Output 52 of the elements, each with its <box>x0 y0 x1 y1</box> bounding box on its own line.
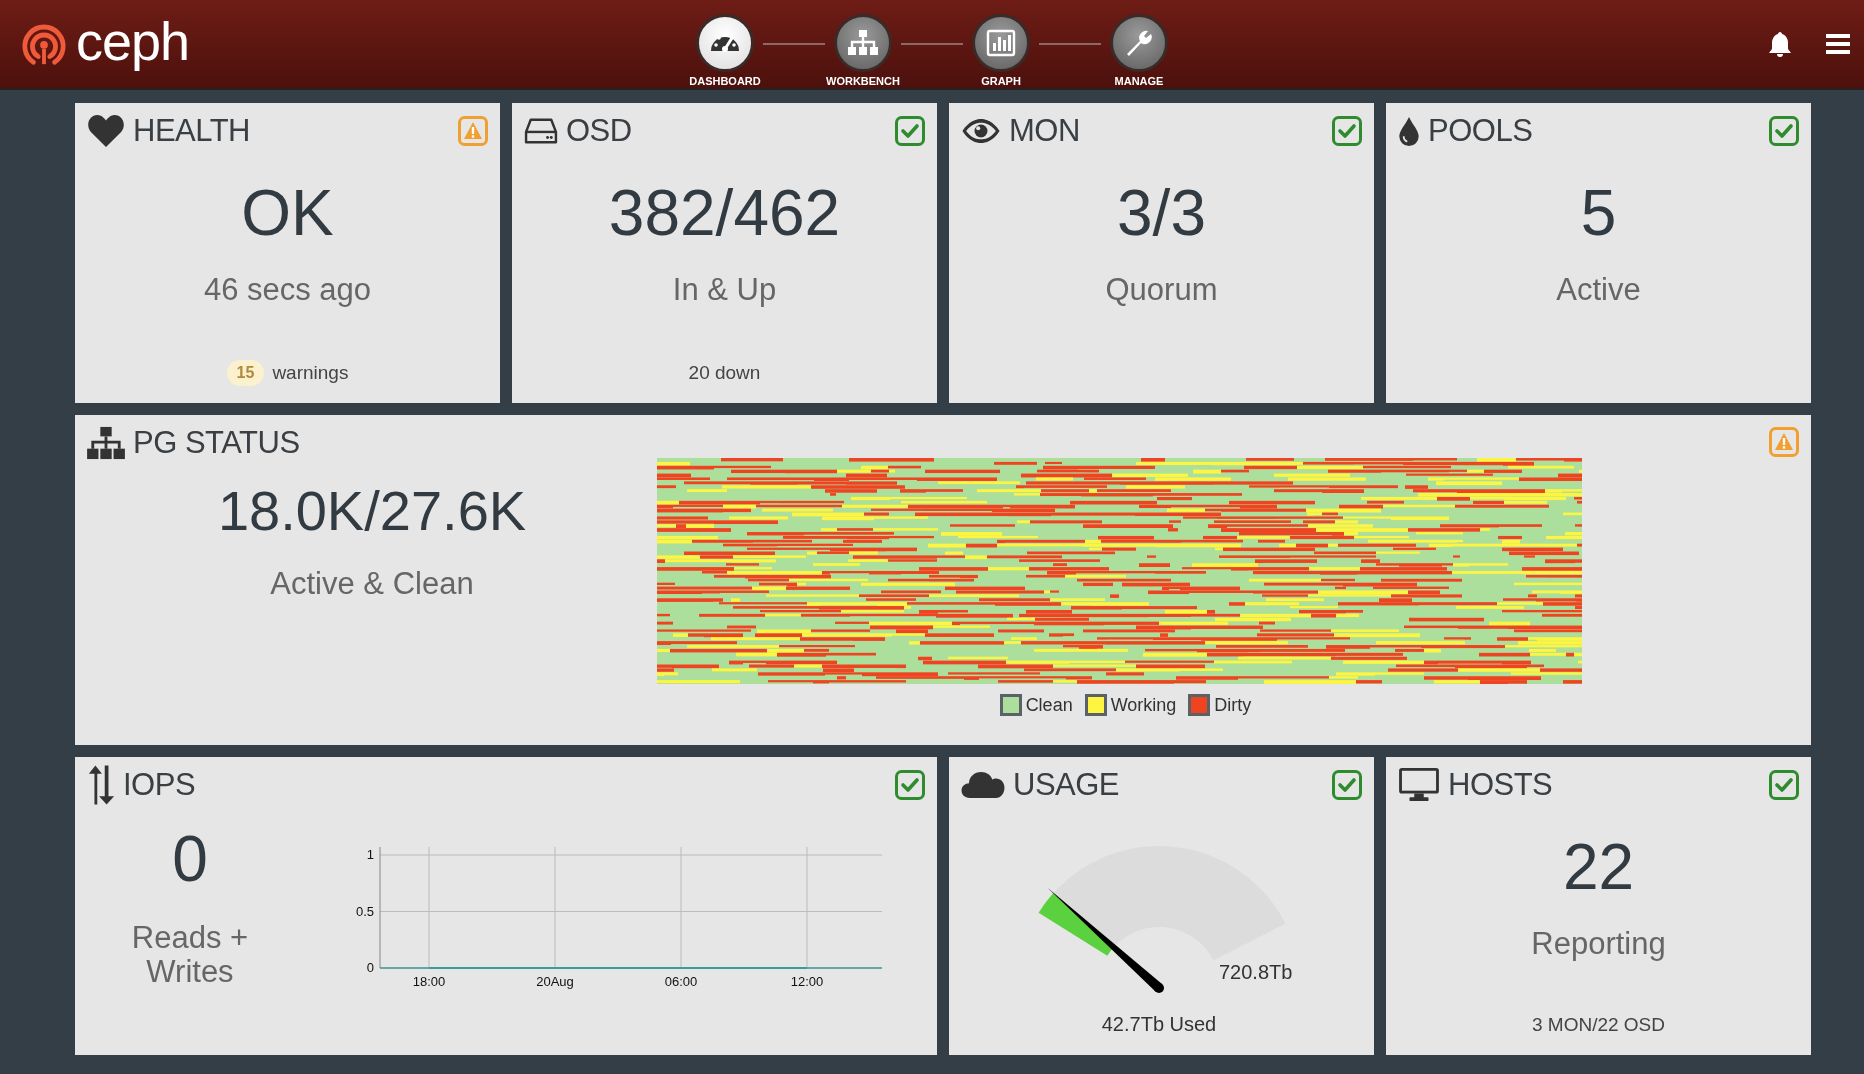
up-down-arrows-icon <box>87 764 115 806</box>
stat-value: 382/462 <box>607 181 842 245</box>
logo-text: ceph <box>76 14 190 73</box>
stat-value: 0 <box>171 827 209 891</box>
stat-value: 22 <box>1561 835 1636 899</box>
stat-label: In & Up <box>671 273 778 308</box>
stat-value: 18.0K/27.6K <box>216 483 528 539</box>
axis-tick-label: 0.5 <box>355 903 374 919</box>
stat-label: 46 secs ago <box>202 273 373 308</box>
footer-text: 3 MON/22 OSD <box>1531 1014 1665 1036</box>
stat-label: Reporting <box>1530 927 1667 962</box>
axis-tick-label: 06:00 <box>664 974 698 989</box>
axis-tick-label: 12:00 <box>790 974 824 989</box>
monitor-icon <box>1398 767 1440 803</box>
legend-label: Clean <box>1025 694 1073 716</box>
used-label: 42.7Tb Used <box>1101 1013 1217 1035</box>
drop-icon <box>1398 116 1420 146</box>
bell-icon[interactable] <box>1768 31 1792 57</box>
bar-chart-icon <box>986 28 1016 57</box>
stat-label: Quorum <box>1104 273 1219 308</box>
stat-label: Active & Clean <box>269 567 475 602</box>
stat-label: Active <box>1555 273 1642 308</box>
menu-icon[interactable] <box>1826 33 1850 55</box>
footer-text: warnings <box>272 362 349 384</box>
card-title: USAGE <box>1013 767 1120 803</box>
card-title: MON <box>1009 113 1080 149</box>
footer-text: 20 down <box>688 362 761 384</box>
count-badge: 15 <box>226 360 265 386</box>
stat-value: OK <box>240 181 335 245</box>
legend-label: Working <box>1110 694 1177 716</box>
legend-label: Dirty <box>1214 694 1252 716</box>
card-title: PG STATUS <box>133 425 300 461</box>
stat-value: 3/3 <box>1116 181 1207 245</box>
card-title: OSD <box>566 113 632 149</box>
axis-tick-label: 18:00 <box>412 974 446 989</box>
axis-tick-label: 1 <box>366 847 374 862</box>
cloud-icon <box>961 771 1005 799</box>
sitemap-icon <box>847 29 879 56</box>
stat-label: Reads + Writes <box>130 921 250 990</box>
axis-tick-label: 0 <box>366 960 374 975</box>
card-title: POOLS <box>1428 113 1533 149</box>
heart-icon <box>87 114 125 148</box>
card-title: HEALTH <box>133 113 250 149</box>
stat-value: 5 <box>1579 181 1618 245</box>
hard-drive-icon <box>524 117 558 145</box>
card-title: IOPS <box>123 767 196 803</box>
wrench-icon <box>1125 28 1153 57</box>
sitemap-icon <box>87 426 125 460</box>
capacity-label: 720.8Tb <box>1219 961 1293 983</box>
card-title: HOSTS <box>1448 767 1553 803</box>
axis-tick-label: 20Aug <box>536 974 574 989</box>
eye-icon <box>961 118 1001 144</box>
